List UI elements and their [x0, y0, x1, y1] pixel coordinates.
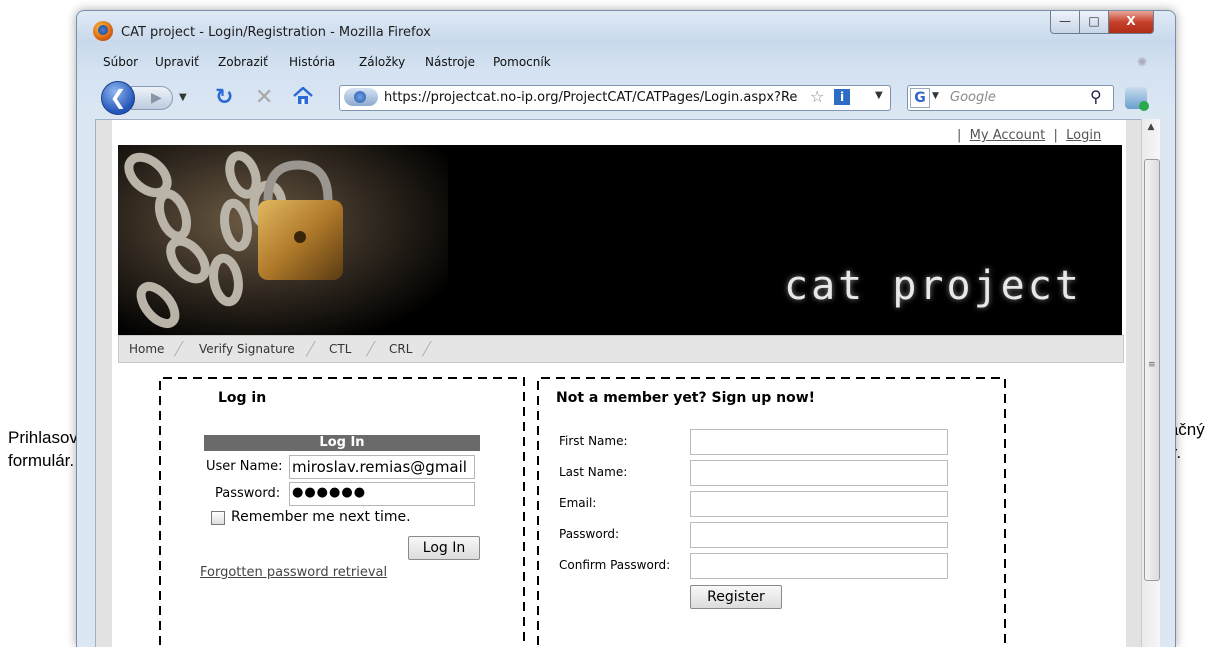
navigation-toolbar: ▶ ❮ ▼ ↻ ✕ https://projectcat.no-ip.org/P…: [77, 75, 1175, 119]
site-identity-icon[interactable]: [344, 88, 378, 106]
menu-zobrazit[interactable]: Zobraziť: [218, 55, 268, 69]
search-engine-dropdown-icon[interactable]: ▼: [932, 91, 939, 101]
stop-icon[interactable]: ✕: [255, 85, 273, 110]
history-dropdown-icon[interactable]: ▼: [179, 92, 187, 103]
back-button[interactable]: ❮: [101, 81, 135, 115]
menu-zalozky[interactable]: Záložky: [359, 55, 405, 69]
info-icon[interactable]: i: [834, 89, 850, 105]
vertical-scrollbar[interactable]: ▲ ≡: [1141, 119, 1160, 647]
window-title: CAT project - Login/Registration - Mozil…: [121, 25, 431, 40]
page-content: | My Account | Login cat project Home ⁄ …: [95, 119, 1143, 647]
menu-pomocnik[interactable]: Pomocník: [493, 55, 551, 69]
url-dropdown-icon[interactable]: ▼: [875, 90, 883, 101]
search-icon[interactable]: ⚲: [1090, 87, 1102, 106]
reload-icon[interactable]: ↻: [215, 85, 233, 110]
browser-window: CAT project - Login/Registration - Mozil…: [76, 10, 1176, 647]
minimize-button[interactable]: —: [1050, 11, 1080, 34]
site-page: | My Account | Login cat project Home ⁄ …: [112, 120, 1126, 647]
forward-button[interactable]: ▶: [131, 86, 173, 110]
search-bar[interactable]: G ▼ Google ⚲: [907, 85, 1114, 111]
extension-icon[interactable]: [1125, 87, 1149, 111]
scroll-up-icon[interactable]: ▲: [1142, 119, 1160, 135]
google-engine-icon[interactable]: G: [910, 88, 930, 108]
menu-upravit[interactable]: Upraviť: [155, 55, 199, 69]
close-button[interactable]: X: [1108, 11, 1154, 34]
form-highlight-boxes: [159, 377, 1006, 647]
bookmark-star-icon[interactable]: ☆: [810, 87, 824, 106]
scrollbar-thumb[interactable]: ≡: [1144, 159, 1160, 581]
firefox-icon: [93, 21, 113, 41]
url-bar[interactable]: https://projectcat.no-ip.org/ProjectCAT/…: [339, 85, 891, 111]
throbber-icon: ✺: [1137, 55, 1148, 69]
menu-bar: Súbor Upraviť Zobraziť História Záložky …: [77, 51, 1175, 73]
menu-nastroje[interactable]: Nástroje: [425, 55, 475, 69]
title-bar[interactable]: CAT project - Login/Registration - Mozil…: [77, 11, 1175, 47]
search-input[interactable]: Google: [950, 90, 996, 105]
maximize-button[interactable]: □: [1079, 11, 1109, 34]
menu-subor[interactable]: Súbor: [103, 55, 138, 69]
grip-icon: ≡: [1148, 360, 1156, 370]
home-icon[interactable]: [293, 87, 313, 105]
menu-historia[interactable]: História: [289, 55, 335, 69]
url-text[interactable]: https://projectcat.no-ip.org/ProjectCAT/…: [384, 90, 804, 105]
